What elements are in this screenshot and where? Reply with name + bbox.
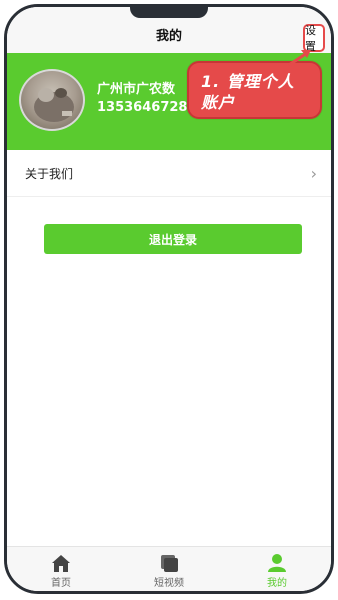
tooltip-callout: 1. 管理个人账户	[187, 61, 322, 119]
chevron-right-icon: ›	[310, 163, 317, 183]
tab-label: 短视频	[154, 578, 184, 589]
avatar[interactable]	[19, 69, 85, 131]
list-item-label: 关于我们	[25, 166, 74, 181]
tab-home[interactable]: 首页	[7, 547, 115, 591]
phone-frame: 我的 设置 广州市广农数 13536467284 关于我们 › 退出登录 首页 …	[4, 4, 334, 594]
user-icon	[268, 554, 286, 572]
page-title: 我的	[155, 28, 182, 44]
bottom-tabbar: 首页 短视频 我的	[7, 546, 331, 591]
settings-button[interactable]: 设置	[303, 24, 325, 53]
tab-label: 首页	[51, 578, 71, 589]
video-icon	[161, 555, 178, 572]
home-icon	[52, 555, 70, 572]
logout-label: 退出登录	[148, 232, 197, 247]
tab-mine[interactable]: 我的	[223, 547, 331, 591]
settings-label: 设置	[305, 24, 316, 53]
tab-short-video[interactable]: 短视频	[115, 547, 223, 591]
tab-label: 我的	[267, 578, 287, 589]
list-item-about-us[interactable]: 关于我们 ›	[7, 150, 331, 197]
phone-notch	[130, 4, 208, 18]
profile-info: 广州市广农数 13536467284	[97, 81, 197, 117]
logout-button[interactable]: 退出登录	[44, 224, 302, 254]
avatar-image	[34, 88, 74, 122]
user-name: 广州市广农数	[97, 82, 176, 97]
user-phone: 13536467284	[97, 100, 197, 115]
tooltip-text: 1. 管理个人账户	[201, 72, 295, 112]
